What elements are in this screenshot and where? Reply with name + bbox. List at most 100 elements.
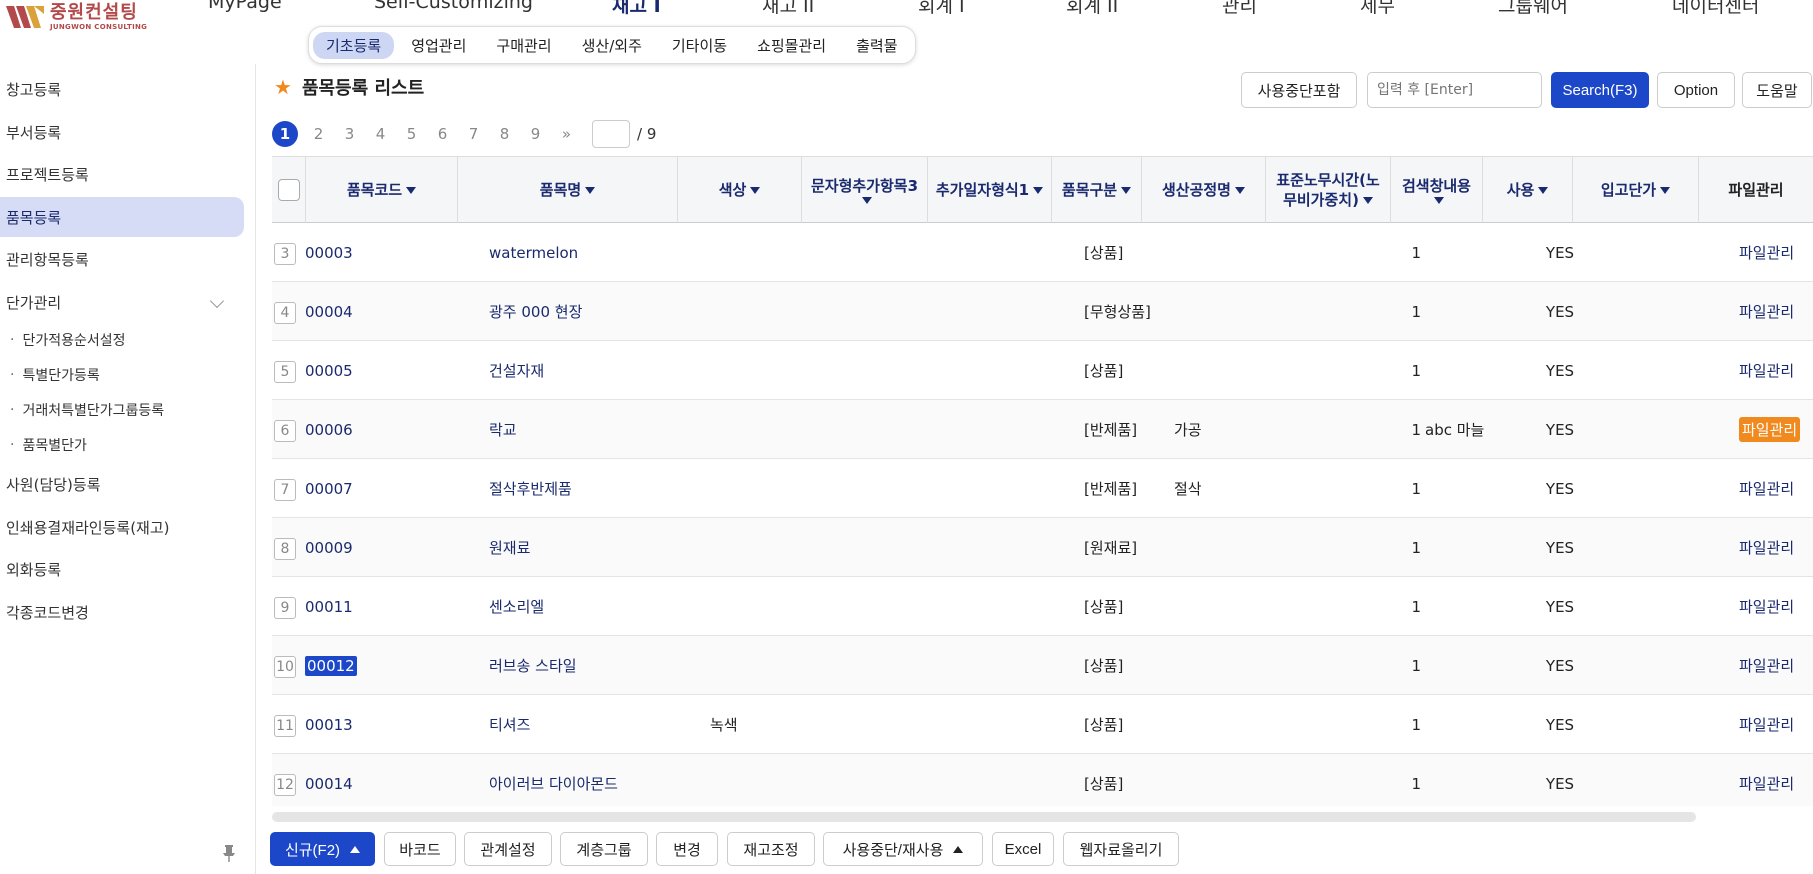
item-name-link[interactable]: 광주 000 현장: [489, 301, 582, 322]
page-link[interactable]: 2: [303, 125, 334, 143]
dropdown-up-icon[interactable]: [953, 845, 964, 853]
barcode-button[interactable]: 바코드: [384, 832, 456, 866]
row-number[interactable]: 11: [274, 715, 296, 737]
sidebar-item-product[interactable]: 품목등록: [0, 197, 244, 237]
table-row[interactable]: 8 00009 원재료 [원재료] 1 YES 파일관리: [272, 518, 1813, 577]
column-header-price[interactable]: 입고단가: [1573, 157, 1699, 223]
item-code-link[interactable]: 00012: [305, 655, 357, 676]
file-management-link[interactable]: 파일관리: [1739, 655, 1794, 676]
table-row[interactable]: 4 00004 광주 000 현장 [무형상품] 1 YES 파일관리: [272, 282, 1813, 341]
submenu-basic-registration[interactable]: 기초등록: [313, 31, 395, 59]
sidebar-item-price-management[interactable]: 단가관리: [0, 282, 244, 322]
row-number[interactable]: 12: [274, 774, 296, 796]
table-row[interactable]: 3 00003 watermelon [상품] 1 YES 파일관리: [272, 223, 1813, 282]
file-management-link[interactable]: 파일관리: [1739, 301, 1794, 322]
relation-button[interactable]: 관계설정: [464, 832, 552, 866]
item-name-link[interactable]: 절삭후반제품: [489, 478, 572, 499]
column-header-code[interactable]: 품목코드: [306, 157, 458, 223]
option-button[interactable]: Option: [1657, 72, 1735, 108]
row-number[interactable]: 3: [274, 243, 296, 265]
row-number[interactable]: 8: [274, 538, 296, 560]
row-number[interactable]: 10: [274, 656, 296, 678]
menu-mypage[interactable]: MyPage: [208, 0, 282, 13]
menu-accounting-1[interactable]: 회계 I: [918, 0, 965, 18]
item-name-link[interactable]: 건설자재: [489, 360, 544, 381]
page-link[interactable]: 6: [427, 125, 458, 143]
item-name-link[interactable]: 락교: [489, 419, 517, 440]
column-header-type[interactable]: 품목구분: [1052, 157, 1142, 223]
page-link[interactable]: 4: [365, 125, 396, 143]
row-number[interactable]: 5: [274, 361, 296, 383]
menu-tax[interactable]: 세무: [1360, 0, 1395, 18]
next-pages-button[interactable]: »: [551, 125, 582, 143]
sidebar-item-warehouse[interactable]: 창고등록: [0, 69, 244, 109]
row-number[interactable]: 7: [274, 479, 296, 501]
item-code-link[interactable]: 00006: [305, 421, 353, 439]
file-management-link[interactable]: 파일관리: [1739, 360, 1794, 381]
sidebar-subitem-client-price-group[interactable]: · 거래처특별단가그룹등록: [10, 400, 164, 420]
submenu-sales[interactable]: 영업관리: [398, 32, 479, 59]
select-all-checkbox[interactable]: [277, 179, 300, 201]
page-link[interactable]: 9: [520, 125, 551, 143]
search-input[interactable]: [1367, 72, 1542, 108]
sidebar-item-approval-line[interactable]: 인쇄용결재라인등록(재고): [0, 507, 244, 547]
submenu-print[interactable]: 출력물: [843, 32, 910, 59]
menu-management[interactable]: 관리: [1222, 0, 1257, 18]
menu-accounting-2[interactable]: 회계 II: [1066, 0, 1118, 18]
table-row[interactable]: 12 00014 아이러브 다이아몬드 [상품] 1 YES 파일관리: [272, 754, 1813, 806]
file-management-link[interactable]: 파일관리: [1739, 714, 1794, 735]
web-upload-button[interactable]: 웹자료올리기: [1063, 832, 1179, 866]
file-management-link[interactable]: 파일관리: [1739, 537, 1794, 558]
menu-inventory-2[interactable]: 재고 II: [762, 0, 814, 18]
table-row[interactable]: 6 00006 락교 [반제품] 가공 1 abc 마늘 YES 파일관리: [272, 400, 1813, 459]
table-row[interactable]: 7 00007 절삭후반제품 [반제품] 절삭 1 YES 파일관리: [272, 459, 1813, 518]
item-name-link[interactable]: 센소리엘: [489, 596, 544, 617]
item-code-link[interactable]: 00013: [305, 716, 353, 734]
item-code-link[interactable]: 00011: [305, 598, 353, 616]
item-name-link[interactable]: watermelon: [489, 244, 578, 262]
sidebar-item-project[interactable]: 프로젝트등록: [0, 154, 244, 194]
sidebar-item-currency[interactable]: 외화등록: [0, 549, 244, 589]
item-code-link[interactable]: 00014: [305, 775, 353, 793]
item-code-link[interactable]: 00004: [305, 303, 353, 321]
dropdown-up-icon[interactable]: [350, 845, 361, 853]
sidebar-item-code-change[interactable]: 각종코드변경: [0, 592, 244, 632]
column-header-labor[interactable]: 표준노무시간(노 무비가중치): [1266, 157, 1391, 223]
page-link[interactable]: 5: [396, 125, 427, 143]
hierarchy-group-button[interactable]: 계층그룹: [560, 832, 648, 866]
menu-groupware[interactable]: 그룹웨어: [1498, 0, 1568, 18]
file-management-link[interactable]: 파일관리: [1739, 596, 1794, 617]
change-button[interactable]: 변경: [656, 832, 718, 866]
column-header-search[interactable]: 검색창내용: [1391, 157, 1483, 223]
column-header-color[interactable]: 색상: [678, 157, 802, 223]
item-name-link[interactable]: 티셔즈: [489, 714, 530, 735]
file-management-link[interactable]: 파일관리: [1739, 417, 1801, 442]
row-number[interactable]: 9: [274, 597, 296, 619]
table-row[interactable]: 11 00013 티셔즈 녹색 [상품] 1 YES 파일관리: [272, 695, 1813, 754]
stock-adjust-button[interactable]: 재고조정: [727, 832, 815, 866]
file-management-link[interactable]: 파일관리: [1739, 242, 1794, 263]
sidebar-subitem-item-price[interactable]: · 품목별단가: [10, 435, 87, 455]
page-link[interactable]: 7: [458, 125, 489, 143]
menu-self-customizing[interactable]: Self-Customizing: [374, 0, 533, 13]
search-button[interactable]: Search(F3): [1551, 72, 1649, 108]
submenu-production[interactable]: 생산/외주: [569, 32, 655, 59]
sidebar-subitem-special-price[interactable]: · 특별단가등록: [10, 365, 100, 385]
item-name-link[interactable]: 러브송 스타일: [489, 655, 577, 676]
submenu-other-transfer[interactable]: 기타이동: [659, 32, 740, 59]
include-stopped-button[interactable]: 사용중단포함: [1241, 72, 1357, 108]
table-row[interactable]: 9 00011 센소리엘 [상품] 1 YES 파일관리: [272, 577, 1813, 636]
table-row[interactable]: 5 00005 건설자재 [상품] 1 YES 파일관리: [272, 341, 1813, 400]
stop-reuse-button[interactable]: 사용중단/재사용: [823, 832, 983, 866]
star-icon[interactable]: ★: [274, 77, 292, 97]
column-header-date1[interactable]: 추가일자형식1: [928, 157, 1052, 223]
column-header-file[interactable]: 파일관리: [1699, 157, 1813, 223]
column-header-name[interactable]: 품목명: [458, 157, 678, 223]
sidebar-subitem-price-order[interactable]: · 단가적용순서설정: [10, 330, 126, 350]
item-code-link[interactable]: 00009: [305, 539, 353, 557]
sidebar-item-management-items[interactable]: 관리항목등록: [0, 239, 244, 279]
item-code-link[interactable]: 00007: [305, 480, 353, 498]
submenu-purchase[interactable]: 구매관리: [483, 32, 564, 59]
sidebar-item-employee[interactable]: 사원(담당)등록: [0, 464, 244, 504]
row-number[interactable]: 4: [274, 302, 296, 324]
